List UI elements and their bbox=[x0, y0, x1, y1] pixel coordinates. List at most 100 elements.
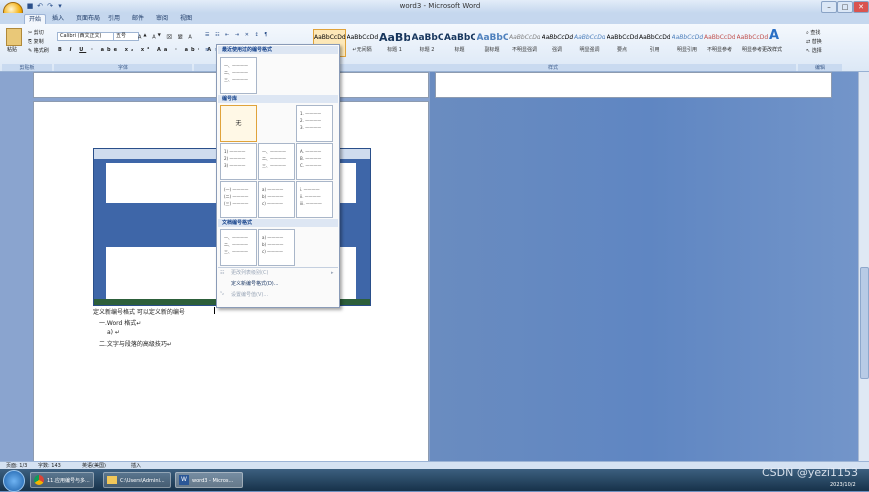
scissors-icon: ✂ bbox=[28, 30, 33, 36]
document-format-1[interactable]: a) ———— b) ———— c) ———— bbox=[258, 229, 295, 266]
cut-button[interactable]: ✂ 剪切 bbox=[28, 29, 44, 36]
font-size-select[interactable]: 五号 bbox=[113, 32, 139, 41]
find-label: 查找 bbox=[810, 30, 821, 36]
change-styles-button[interactable]: 更改样式 bbox=[762, 46, 782, 53]
style-item-6[interactable]: AaBbCcDd 不明显强调 bbox=[508, 29, 541, 57]
customize-qat-icon[interactable]: ▾ bbox=[56, 2, 64, 10]
numbering-library-header: 编号库 bbox=[218, 95, 338, 103]
document-format-line: 二、———— bbox=[224, 242, 248, 247]
select-button[interactable]: ↖ 选择 bbox=[806, 47, 822, 54]
style-name: 不明显强调 bbox=[511, 47, 537, 53]
chrome-icon bbox=[34, 475, 44, 485]
font-name-select[interactable]: Calibri (西文正文) bbox=[57, 32, 115, 41]
style-preview: AaBbCcDd bbox=[671, 34, 703, 41]
change-list-level-item[interactable]: 更改列表级别(C) bbox=[231, 269, 337, 278]
library-format-3[interactable]: A. ———— B. ———— C. ———— bbox=[296, 143, 333, 180]
none-label: 无 bbox=[235, 120, 242, 127]
library-format-0[interactable]: 1. ———— 2. ———— 3. ———— bbox=[296, 105, 333, 142]
vertical-scrollbar[interactable] bbox=[858, 72, 869, 461]
replace-button[interactable]: ⇄ 替换 bbox=[806, 38, 822, 45]
library-format-2[interactable]: 一、———— 二、———— 三、———— bbox=[258, 143, 295, 180]
library-line: c) ———— bbox=[262, 201, 284, 206]
library-line: 3) ———— bbox=[224, 163, 246, 168]
document-formats-header: 文档编号格式 bbox=[218, 219, 338, 227]
copy-label: 复制 bbox=[33, 39, 44, 45]
library-format-6[interactable]: i. ———— ii. ———— iii. ———— bbox=[296, 181, 333, 218]
style-item-2[interactable]: AaBb 标题 1 bbox=[378, 29, 411, 57]
tab-view[interactable]: 视图 bbox=[176, 14, 196, 24]
scrollbar-thumb[interactable] bbox=[860, 267, 869, 379]
style-item-3[interactable]: AaBbC 标题 2 bbox=[411, 29, 444, 57]
style-item-10[interactable]: AaBbCcDd 引用 bbox=[638, 29, 671, 57]
format-painter-button[interactable]: ✎ 格式刷 bbox=[28, 47, 49, 54]
library-line: 一、———— bbox=[262, 149, 286, 154]
close-button[interactable]: ✕ bbox=[853, 1, 869, 13]
styles-group-label: 样式 bbox=[310, 64, 796, 71]
style-item-11[interactable]: AaBbCcDd 明显引用 bbox=[671, 29, 704, 57]
style-item-5[interactable]: AaBbC 副标题 bbox=[476, 29, 509, 57]
library-line: ii. ———— bbox=[300, 194, 321, 199]
maximize-button[interactable]: □ bbox=[837, 1, 853, 13]
save-icon[interactable]: ■ bbox=[26, 2, 34, 10]
doc-line-2: 一.Word 格式↵ bbox=[99, 320, 142, 327]
change-styles-icon[interactable]: A bbox=[765, 28, 783, 44]
document-format-line: b) ———— bbox=[262, 242, 284, 247]
document-format-line: 三、———— bbox=[224, 249, 248, 254]
library-format-5[interactable]: a) ———— b) ———— c) ———— bbox=[258, 181, 295, 218]
style-name: 标题 bbox=[454, 47, 465, 53]
style-item-8[interactable]: AaBbCcDd 明显强调 bbox=[573, 29, 606, 57]
tab-page-layout[interactable]: 页面布局 bbox=[72, 14, 104, 24]
paste-icon[interactable] bbox=[6, 28, 22, 46]
doc-line-1: 定义新编号格式 可以定义新的编号 bbox=[93, 309, 185, 316]
recent-numbering-format[interactable]: 一、———— 二、———— 三、———— bbox=[220, 57, 257, 94]
library-line: b) ———— bbox=[262, 194, 284, 199]
tab-references[interactable]: 引用 bbox=[104, 14, 124, 24]
library-line: 三、———— bbox=[262, 163, 286, 168]
copy-icon: ⎘ bbox=[28, 39, 33, 45]
window-title: word3 - Microsoft Word bbox=[399, 2, 481, 10]
document-format-0[interactable]: 一、———— 二、———— 三、———— bbox=[220, 229, 257, 266]
csdn-watermark: CSDN @yezi1153 bbox=[762, 466, 858, 479]
library-line: 2) ———— bbox=[224, 156, 246, 161]
style-item-4[interactable]: AaBbC 标题 bbox=[443, 29, 476, 57]
select-icon: ↖ bbox=[806, 48, 811, 54]
library-line: 3. ———— bbox=[300, 125, 322, 130]
folder-icon bbox=[107, 476, 117, 484]
tab-mailings[interactable]: 邮件 bbox=[128, 14, 148, 24]
library-format-4[interactable]: (一) ———— (二) ———— (三) ———— bbox=[220, 181, 257, 218]
numbering-none[interactable]: 无 bbox=[220, 105, 257, 142]
library-line: a) ———— bbox=[262, 187, 284, 192]
library-line: (一) ———— bbox=[224, 187, 249, 192]
redo-icon[interactable]: ↷ bbox=[46, 2, 54, 10]
style-item-12[interactable]: AaBbCcDd 不明显参考 bbox=[703, 29, 736, 57]
document-format-line: a) ———— bbox=[262, 235, 284, 240]
style-preview: AaBbCcDd bbox=[704, 34, 735, 41]
style-preview: AaBbC bbox=[476, 33, 508, 43]
set-numbering-value-item[interactable]: 设置编号值(V)... bbox=[231, 291, 337, 300]
style-name: 强调 bbox=[551, 47, 562, 53]
library-line: B. ———— bbox=[300, 156, 322, 161]
style-item-1[interactable]: AaBbCcDd ↵无间隔 bbox=[346, 29, 379, 57]
tab-review[interactable]: 审阅 bbox=[152, 14, 172, 24]
style-item-9[interactable]: AaBbCcDd 要点 bbox=[606, 29, 639, 57]
start-button[interactable] bbox=[3, 470, 25, 492]
text-cursor bbox=[214, 307, 215, 314]
list-buttons[interactable]: ☰ ☷ ⇤ ⇥ ✕ ↕ ¶ bbox=[205, 32, 269, 38]
copy-button[interactable]: ⎘ 复制 bbox=[28, 38, 44, 45]
style-item-7[interactable]: AaBbCcDd 强调 bbox=[541, 29, 574, 57]
minimize-button[interactable]: – bbox=[821, 1, 837, 13]
font-group-label: 字体 bbox=[54, 64, 192, 71]
library-format-1[interactable]: 1) ———— 2) ———— 3) ———— bbox=[220, 143, 257, 180]
style-name: ↵无间隔 bbox=[352, 47, 372, 53]
doc-line-3: a) ↵ bbox=[107, 329, 120, 336]
library-line: i. ———— bbox=[300, 187, 320, 192]
undo-icon[interactable]: ↶ bbox=[36, 2, 44, 10]
define-new-numbering-item[interactable]: 定义新编号格式(D)... bbox=[231, 280, 337, 289]
font-size-buttons[interactable]: A▲ A▼ ⌧ 變 A bbox=[138, 32, 194, 41]
paste-button[interactable]: 粘贴 bbox=[7, 46, 17, 53]
style-preview: AaBbCcDd bbox=[509, 34, 540, 41]
document-format-line: 一、———— bbox=[224, 235, 248, 240]
library-line: (二) ———— bbox=[224, 194, 249, 199]
find-button[interactable]: ⌕ 查找 bbox=[806, 29, 820, 36]
tab-insert[interactable]: 插入 bbox=[48, 14, 68, 24]
